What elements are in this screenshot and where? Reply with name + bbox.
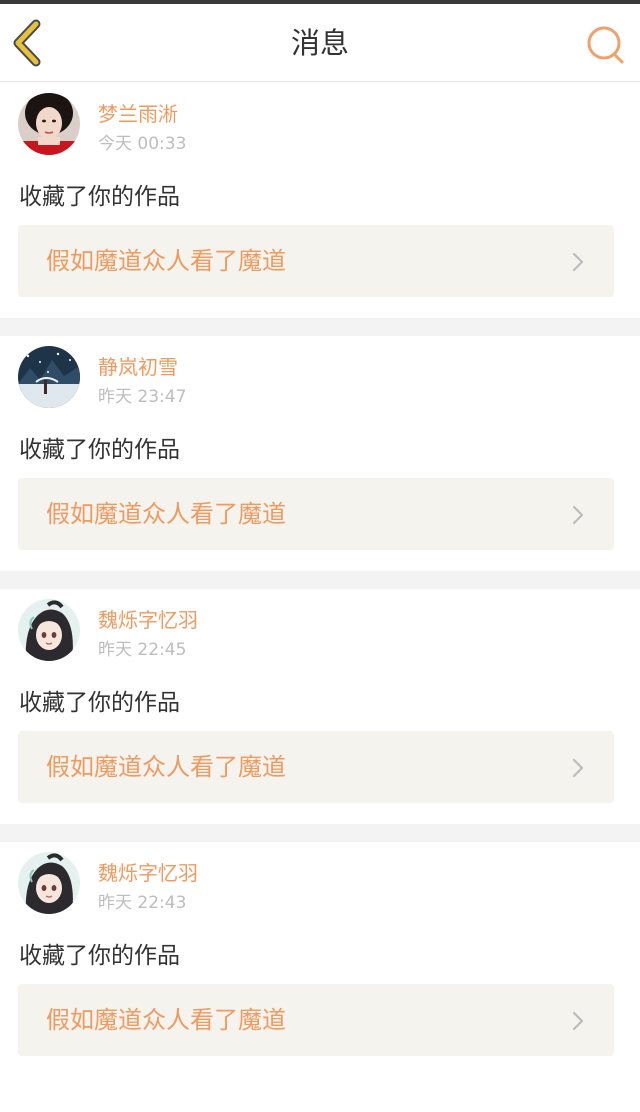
work-title: 假如魔道众人看了魔道: [46, 1006, 286, 1034]
message-card: 静岚初雪 昨天 23:47 收藏了你的作品 假如魔道众人看了魔道: [0, 336, 640, 571]
action-text: 收藏了你的作品: [19, 184, 180, 210]
work-link[interactable]: 假如魔道众人看了魔道: [18, 984, 614, 1056]
back-button[interactable]: [6, 18, 50, 68]
avatar[interactable]: [18, 346, 80, 408]
avatar[interactable]: [18, 599, 80, 661]
divider: [0, 318, 640, 336]
chevron-right-icon: [572, 1011, 584, 1031]
chevron-right-icon: [572, 252, 584, 272]
timestamp: 今天 00:33: [98, 134, 187, 154]
action-text: 收藏了你的作品: [19, 437, 180, 463]
work-title: 假如魔道众人看了魔道: [46, 500, 286, 528]
timestamp: 昨天 23:47: [98, 387, 187, 407]
page-title: 消息: [290, 26, 349, 60]
work-link[interactable]: 假如魔道众人看了魔道: [18, 731, 614, 803]
timestamp: 昨天 22:45: [98, 640, 187, 660]
search-icon: [587, 26, 624, 64]
message-card: 梦兰雨淅 今天 00:33 收藏了你的作品 假如魔道众人看了魔道: [0, 83, 640, 318]
search-button[interactable]: [582, 22, 628, 68]
work-title: 假如魔道众人看了魔道: [46, 753, 286, 781]
message-card: 魏烁字忆羽 昨天 22:43 收藏了你的作品 假如魔道众人看了魔道: [0, 842, 640, 1077]
divider: [0, 824, 640, 842]
divider: [0, 571, 640, 589]
chevron-left-icon: [13, 19, 41, 67]
chevron-right-icon: [572, 758, 584, 778]
nav-bar: 消息: [0, 4, 640, 82]
work-link[interactable]: 假如魔道众人看了魔道: [18, 225, 614, 297]
user-name[interactable]: 梦兰雨淅: [98, 98, 178, 127]
work-link[interactable]: 假如魔道众人看了魔道: [18, 478, 614, 550]
action-text: 收藏了你的作品: [19, 943, 180, 969]
user-name[interactable]: 静岚初雪: [98, 351, 178, 380]
work-title: 假如魔道众人看了魔道: [46, 247, 286, 275]
message-list: 梦兰雨淅 今天 00:33 收藏了你的作品 假如魔道众人看了魔道 静岚初雪 昨天…: [0, 83, 640, 1077]
avatar[interactable]: [18, 852, 80, 914]
timestamp: 昨天 22:43: [98, 893, 187, 913]
user-name[interactable]: 魏烁字忆羽: [98, 857, 198, 886]
user-name[interactable]: 魏烁字忆羽: [98, 604, 198, 633]
chevron-right-icon: [572, 505, 584, 525]
action-text: 收藏了你的作品: [19, 690, 180, 716]
message-card: 魏烁字忆羽 昨天 22:45 收藏了你的作品 假如魔道众人看了魔道: [0, 589, 640, 824]
avatar[interactable]: [18, 93, 80, 155]
